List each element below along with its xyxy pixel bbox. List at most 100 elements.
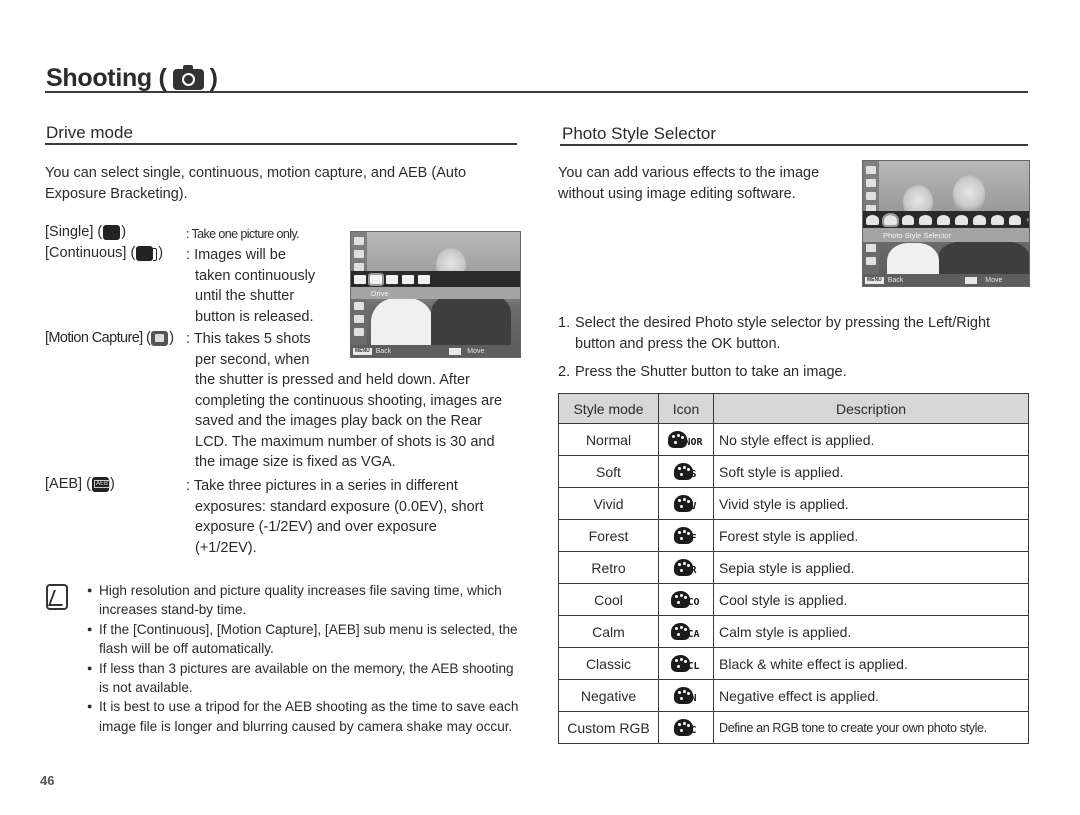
page-number: 46 [40,773,55,788]
table-row: Soft S Soft style is applied. [558,455,1029,488]
drive-mode-intro: You can select single, continuous, motio… [45,165,467,202]
camera-icon [172,65,204,90]
description-cell: No style effect is applied. [713,423,1029,456]
icon-cell: C [658,711,714,744]
photo-style-camera-screen: › Photo Style Selector MENU Back Move [862,160,1030,287]
table-row: Retro R Sepia style is applied. [558,551,1029,584]
title-divider [45,91,1028,93]
icon-cell: S [658,455,714,488]
separator: : [186,478,191,494]
option-desc-line: per second, when [195,351,310,368]
icon-cell: R [658,551,714,584]
style-calm-icon [990,214,1004,225]
description-cell: Sepia style is applied. [713,551,1029,584]
icon-cell: NOR [658,423,714,456]
option-label-close: ) [158,245,164,261]
single-shot-icon-selected [368,272,384,286]
option-aeb-desc: : Take three pictures in a series in dif… [186,476,501,558]
option-desc-text: Take three pictures in a series in diffe… [193,478,484,556]
style-mode-cell: Custom RGB [558,711,659,744]
table-row: Normal NOR No style effect is applied. [558,423,1029,456]
icon-cell: N [658,679,714,712]
step-number: 1. [558,315,571,331]
option-label-close: ) [121,224,127,240]
footer-move-label: Move [467,347,485,355]
style-soft-icon [901,214,915,225]
style-forest-icon [937,214,951,225]
menu-key-icon: MENU [865,276,884,284]
photo-style-divider [560,144,1028,146]
description-cell: Forest style is applied. [713,519,1029,552]
icon-cell: V [658,487,714,520]
palette-shape [668,431,688,448]
style-normal-icon-selected [881,212,899,227]
note-item: If the [Continuous], [Motion Capture], [… [87,620,527,659]
option-label-text: [Continuous] ( [45,245,136,261]
option-desc-line: This takes 5 shots [193,331,311,347]
photo-style-intro: You can add various effects to the image… [558,165,820,202]
style-custom-rgb-icon: C [674,716,698,736]
screen-footer: MENU Back Move [351,345,520,357]
table-header-row: Style mode Icon Description [558,393,1029,424]
option-single-label: [Single] ( ) [45,224,126,240]
option-label-text: [Single] ( [45,224,103,240]
option-desc-line: until the shutter [195,288,295,304]
palette-shape [674,719,694,736]
style-cool-icon [972,214,986,225]
style-mode-cell: Soft [558,455,659,488]
motion-capture-icon [151,330,169,346]
continuous-shot-icon [386,274,398,284]
table-row: Vivid V Vivid style is applied. [558,487,1029,520]
steps-list: 1. Select the desired Photo style select… [558,313,1033,391]
table-row: Classic CL Black & white effect is applied… [558,647,1029,680]
option-desc-line: button is released. [195,308,314,325]
continuous-shot-icon [136,245,158,261]
column-header-icon: Icon [658,393,714,424]
step-text: Press the Shutter button to take an imag… [575,364,847,380]
style-mode-cell: Calm [558,615,659,648]
aeb-icon [91,476,110,492]
screen-photo-face [953,175,985,213]
separator: : [186,227,189,241]
style-cool-icon: CO [671,588,701,608]
menu-key-icon: MENU [353,347,372,355]
separator: : [186,247,191,263]
table-row: Calm CA Calm style is applied. [558,615,1029,648]
style-mode-cell: Vivid [558,487,659,520]
option-aeb-label: [AEB] ( ) [45,476,115,492]
palette-shape [671,655,691,672]
screen-menu-label: Photo Style Selector [863,228,1029,242]
style-vivid-icon [919,214,933,225]
table-body: Normal NOR No style effect is applied. Soft… [558,423,1029,744]
option-desc-line: taken continuously [195,267,316,284]
option-desc-text: Take one picture only. [191,227,300,241]
style-normal-icon [866,214,879,225]
description-cell: Define an RGB tone to create your own ph… [713,711,1029,744]
style-mode-cell: Classic [558,647,659,680]
icon-cell: CA [658,615,714,648]
screen-footer: MENU Back Move [863,274,1029,286]
style-option-strip: › [863,211,1029,228]
option-continuous-desc: : Images will be taken continuously unti… [186,245,315,327]
drive-mode-camera-screen: Drive MENU Back Move [350,231,521,358]
style-classic-icon: CL [671,652,701,672]
photo-style-heading: Photo Style Selector [562,124,717,143]
motion-capture-icon [402,274,414,284]
style-vivid-icon: V [674,492,698,512]
style-mode-cell: Cool [558,583,659,616]
step-item: 2. Press the Shutter button to take an i… [558,362,1033,383]
option-motion-capture-desc: : This takes 5 shots per second, when [186,329,311,370]
style-classic-icon [1008,214,1022,225]
table-row: Forest F Forest style is applied. [558,519,1029,552]
description-cell: Cool style is applied. [713,583,1029,616]
description-cell: Soft style is applied. [713,455,1029,488]
palette-shape [671,623,691,640]
option-label-close: ) [169,330,174,346]
option-single-desc: : Take one picture only. [186,224,300,245]
page-title-text: Shooting ( [46,64,167,92]
style-mode-cell: Normal [558,423,659,456]
description-cell: Calm style is applied. [713,615,1029,648]
drive-mode-heading: Drive mode [46,123,133,142]
footer-move-label: Move [985,276,1003,284]
note-item: It is best to use a tripod for the AEB s… [87,697,527,736]
